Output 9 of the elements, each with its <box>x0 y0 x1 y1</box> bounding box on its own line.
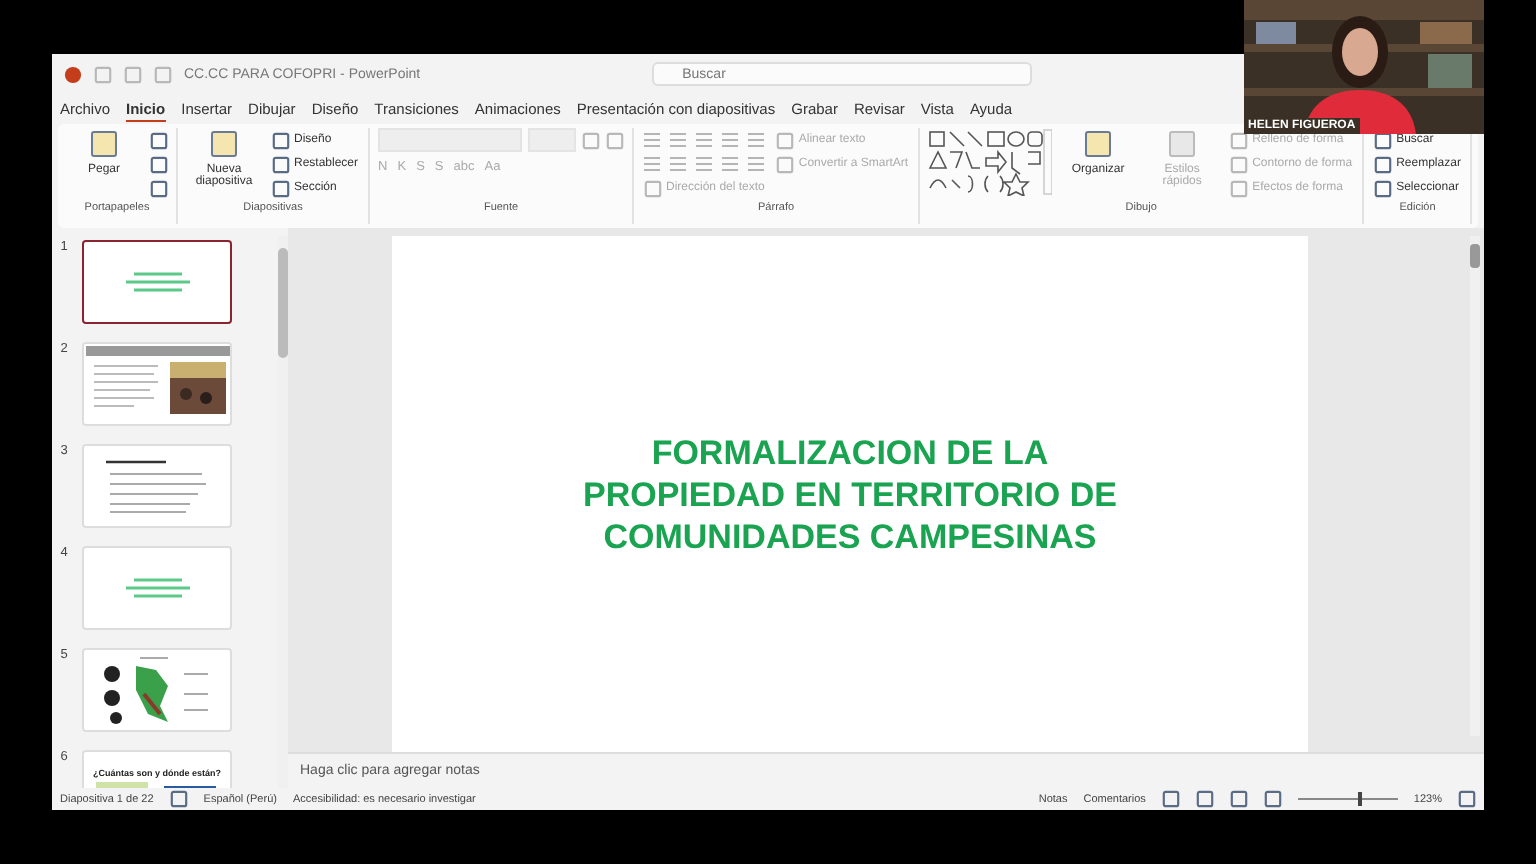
tool-icon <box>1166 128 1199 160</box>
tool-icon <box>208 128 240 160</box>
tool-icon <box>88 128 120 160</box>
zoom-slider[interactable] <box>1357 792 1362 806</box>
scrollbar[interactable] <box>1470 236 1480 736</box>
shapes-gallery-drawing[interactable] <box>928 128 1053 196</box>
slide-title: FORMALIZACION DE LA PROPIEDAD EN TERRITORIO DE COMUNIDADES CAMPESINAS <box>583 431 1117 557</box>
app-logo-icon <box>64 65 82 83</box>
tool-icon <box>1082 128 1115 160</box>
